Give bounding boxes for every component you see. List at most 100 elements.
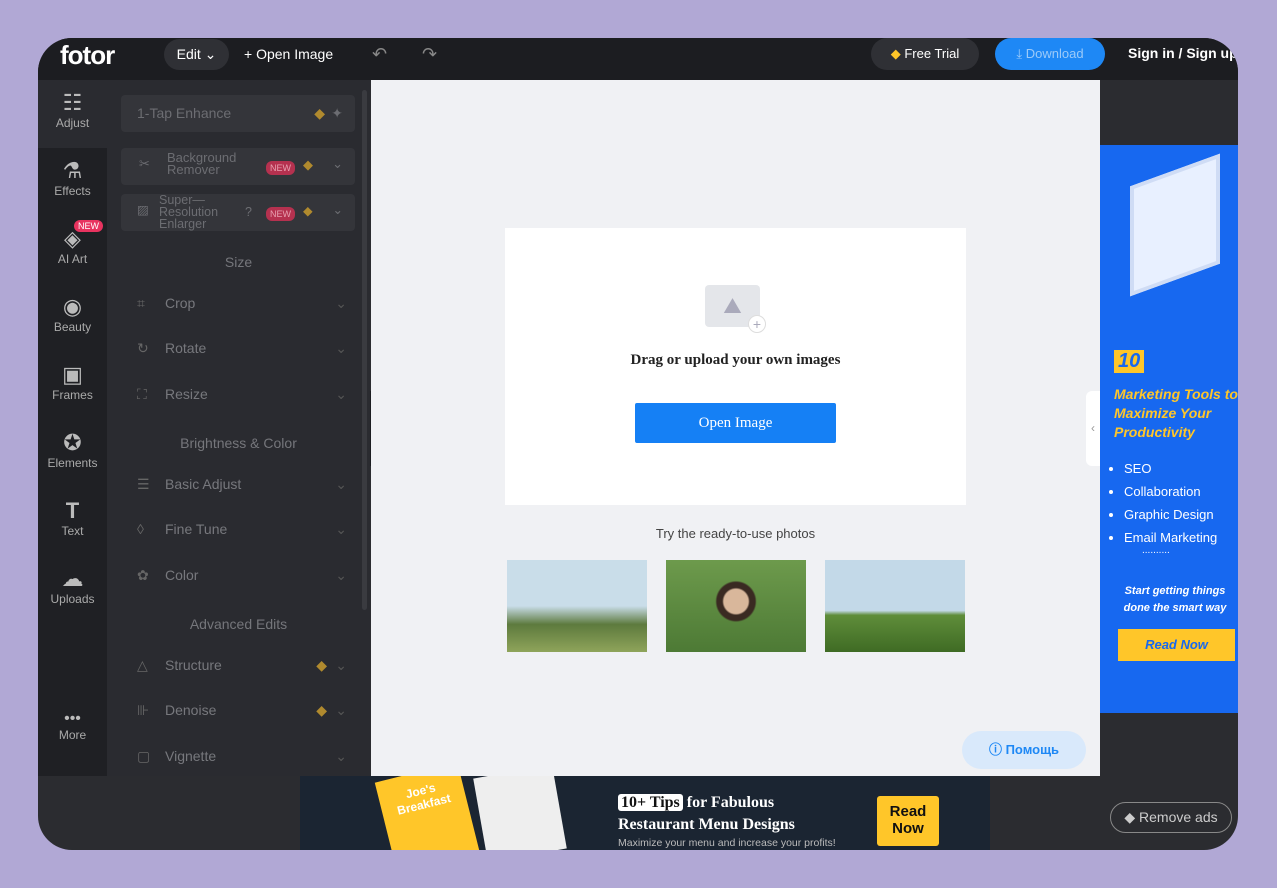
chevron-down-icon: ⌄ — [335, 567, 347, 583]
open-image-button[interactable]: + Open Image — [244, 46, 333, 62]
bg-remover-label: Background Remover — [167, 150, 237, 177]
crop-label: Crop — [165, 295, 196, 311]
rail-label: Text — [61, 524, 84, 538]
color-circles-icon: ✿ — [137, 567, 149, 583]
fine-tune-item[interactable]: ◊ Fine Tune ⌄ — [137, 521, 347, 537]
rail-label: Frames — [52, 388, 93, 402]
help-button[interactable]: ⓘ Помощь — [962, 731, 1086, 769]
ad-bullet: Email Marketing — [1124, 526, 1217, 549]
rail-more[interactable]: ••• More — [38, 700, 107, 768]
resize-item[interactable]: ⛶ Resize ⌄ — [137, 386, 347, 403]
structure-item[interactable]: △ Structure ◆ ⌄ — [137, 657, 347, 674]
ad-tagline: Start getting things done the smart way — [1123, 585, 1227, 614]
rail-frames[interactable]: ▣ Frames — [38, 352, 107, 420]
chevron-down-icon: ⌄ — [335, 295, 347, 311]
frame-icon: ▣ — [62, 362, 83, 387]
chevron-down-icon: ⌄ — [335, 386, 347, 402]
structure-label: Structure — [165, 657, 222, 673]
rail-effects[interactable]: ⚗ Effects — [38, 148, 107, 216]
download-icon: ⤓ — [1016, 46, 1023, 61]
chevron-down-icon: ⌄ — [335, 521, 347, 537]
diamond-icon: ◆ — [316, 657, 327, 673]
section-advanced: Advanced Edits — [189, 616, 288, 632]
app-window: fotor Edit ⌄ + Open Image ↶ ↷ ◆ Free Tri… — [38, 38, 1238, 850]
more-icon: ••• — [64, 710, 81, 727]
drop-icon: ◊ — [137, 521, 144, 537]
ad-bullet: Collaboration — [1124, 480, 1217, 503]
sample-photo-couple[interactable] — [825, 560, 965, 652]
denoise-icon: ⊪ — [137, 702, 150, 718]
download-button[interactable]: ⤓ Download — [995, 38, 1105, 70]
rail-label: Elements — [47, 456, 98, 470]
rail-label: Effects — [54, 184, 91, 198]
diamond-icon: ◆ — [303, 204, 313, 218]
rail-label: Adjust — [55, 116, 90, 130]
diamond-icon: ◆ — [303, 157, 313, 172]
color-item[interactable]: ✿ Color ⌄ — [137, 567, 347, 584]
rail-uploads[interactable]: ☁ Uploads — [38, 556, 107, 624]
rail-beauty[interactable]: ◉ Beauty — [38, 284, 107, 352]
rail-elements[interactable]: ✪ Elements — [38, 420, 107, 488]
denoise-label: Denoise — [165, 702, 217, 718]
ad-read-now-button[interactable]: Read Now — [1118, 629, 1235, 661]
side-advertisement[interactable]: 10 Marketing Tools to Maximize Your Prod… — [1100, 145, 1238, 713]
chevron-down-icon: ⌄ — [332, 203, 343, 217]
ad-headline-2: Restaurant Menu Designs — [618, 816, 795, 833]
remove-ads-button[interactable]: ◆ Remove ads — [1110, 802, 1232, 833]
open-image-button[interactable]: Open Image — [635, 403, 836, 443]
ad-bullet: Graphic Design — [1124, 503, 1217, 526]
redo-icon[interactable]: ↷ — [422, 44, 437, 65]
scissors-icon: ✂ — [139, 156, 150, 171]
sample-photo-castle[interactable] — [507, 560, 647, 652]
rail-ai-art[interactable]: NEW ◈ AI Art — [38, 216, 107, 284]
rail-label: More — [58, 728, 87, 742]
vignette-item[interactable]: ▢ Vignette ⌄ — [137, 748, 347, 765]
rotate-label: Rotate — [165, 340, 207, 356]
chevron-down-icon: ⌄ — [335, 748, 347, 764]
crop-item[interactable]: ⌗ Crop ⌄ — [137, 295, 347, 312]
fine-tune-label: Fine Tune — [165, 521, 228, 537]
triangle-icon: △ — [137, 657, 148, 673]
chevron-down-icon: ⌄ — [335, 657, 347, 673]
edit-menu-button[interactable]: Edit ⌄ — [164, 39, 229, 70]
one-tap-enhance-button[interactable]: 1-Tap Enhance ◆ ✦ — [121, 95, 355, 132]
ad-line1: for Fabulous — [686, 794, 775, 811]
chevron-down-icon: ⌄ — [335, 702, 347, 718]
flask-icon: ⚗ — [62, 158, 83, 183]
basic-adjust-item[interactable]: ☰ Basic Adjust ⌄ — [137, 476, 347, 493]
try-photos-label: Try the ready-to-use photos — [655, 526, 816, 541]
fotor-logo[interactable]: fotor — [60, 40, 115, 71]
rotate-item[interactable]: ↻ Rotate ⌄ — [137, 340, 347, 357]
ad-bullets: SEO Collaboration Graphic Design Email M… — [1124, 457, 1217, 549]
sample-photo-woman[interactable] — [666, 560, 806, 652]
ad-tips-badge: 10+ Tips — [618, 794, 683, 811]
crop-icon: ⌗ — [137, 295, 145, 311]
super-resolution-item[interactable]: ▨ Super—Resolution Enlarger? NEW ◆ ⌄ — [121, 194, 355, 231]
basic-adjust-label: Basic Adjust — [165, 476, 242, 492]
ad-headline-1: 10+ Tips for Fabulous — [618, 794, 774, 812]
upload-card[interactable]: ⛰ + Drag or upload your own images Open I… — [505, 228, 966, 505]
collapse-right-handle[interactable]: ‹ — [1086, 391, 1100, 466]
help-label: Помощь — [1005, 742, 1060, 757]
free-trial-button[interactable]: ◆ Free Trial — [871, 38, 979, 70]
top-bar: fotor Edit ⌄ + Open Image ↶ ↷ ◆ Free Tri… — [38, 38, 1238, 80]
rail-text[interactable]: T Text — [38, 488, 107, 556]
new-badge: NEW — [266, 207, 295, 221]
rail-label: Uploads — [50, 592, 95, 606]
tool-rail: ☷ Adjust ⚗ Effects NEW ◈ AI Art ◉ Beauty ▣ Fra… — [38, 80, 107, 776]
panel-scrollbar[interactable] — [362, 90, 367, 610]
rail-adjust[interactable]: ☷ Adjust — [38, 80, 107, 148]
ad-number: 10 — [1114, 350, 1145, 373]
background-remover-item[interactable]: ✂ Background Remover NEW ◆ ⌄ — [121, 148, 355, 185]
sign-in-link[interactable]: Sign in / Sign up — [1128, 45, 1238, 61]
section-size: Size — [224, 254, 253, 270]
diamond-icon: ◆ — [1124, 809, 1136, 825]
ad-ellipsis: .......... — [1142, 545, 1170, 556]
bottom-advertisement[interactable]: Joe's Breakfast 10+ Tips for Fabulous Re… — [300, 776, 990, 850]
undo-icon[interactable]: ↶ — [372, 44, 387, 65]
denoise-item[interactable]: ⊪ Denoise ◆ ⌄ — [137, 702, 347, 719]
eye-icon: ◉ — [62, 294, 83, 319]
canvas-area: ⛰ + Drag or upload your own images Open I… — [371, 80, 1100, 776]
text-icon: T — [65, 498, 80, 523]
ad-read-now-button[interactable]: Read Now — [877, 796, 939, 846]
